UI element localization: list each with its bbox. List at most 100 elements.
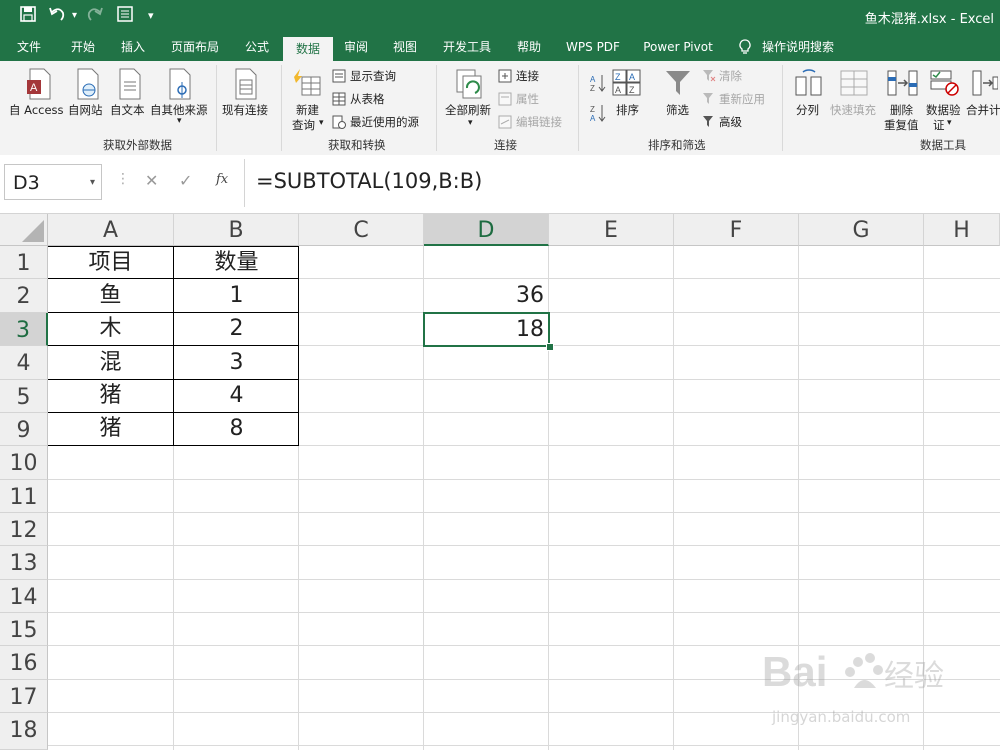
tab-review[interactable]: 审阅 xyxy=(336,33,376,61)
tab-wps-pdf[interactable]: WPS PDF xyxy=(560,33,626,61)
selected-cell-d3[interactable]: 18 xyxy=(423,312,550,347)
sort-ascending-icon[interactable]: AZ xyxy=(590,73,606,97)
column-header-e[interactable]: E xyxy=(549,214,674,246)
name-box[interactable]: D3 xyxy=(4,164,102,200)
advanced-button[interactable]: 高级 xyxy=(719,114,742,130)
enter-icon[interactable]: ✓ xyxy=(179,171,192,190)
cell-a9[interactable]: 猪 xyxy=(48,413,173,445)
tab-help[interactable]: 帮助 xyxy=(508,33,550,61)
tab-developer[interactable]: 开发工具 xyxy=(436,33,498,61)
row-header-9[interactable]: 9 xyxy=(0,413,48,446)
connections-button[interactable]: 连接 xyxy=(516,68,539,84)
tab-data[interactable]: 数据 xyxy=(283,37,333,61)
row-header-16[interactable]: 16 xyxy=(0,646,48,680)
text-to-columns-button[interactable]: 分列 xyxy=(796,102,819,118)
row-header-11[interactable]: 11 xyxy=(0,480,48,513)
cell-b2[interactable]: 1 xyxy=(174,280,299,312)
column-header-c[interactable]: C xyxy=(299,214,424,246)
show-queries-button[interactable]: 显示查询 xyxy=(350,68,396,84)
tab-formulas[interactable]: 公式 xyxy=(236,33,278,61)
cell-a5[interactable]: 猪 xyxy=(48,380,173,412)
clear-button[interactable]: 清除 xyxy=(719,68,742,84)
tab-power-pivot[interactable]: Power Pivot xyxy=(636,33,720,61)
from-access-button[interactable]: 自 Access xyxy=(9,102,64,118)
data-validation-label-2[interactable]: 证 xyxy=(933,117,945,133)
sort-button[interactable]: 排序 xyxy=(616,102,639,118)
row-header-12[interactable]: 12 xyxy=(0,513,48,546)
cell-b9[interactable]: 8 xyxy=(174,413,299,445)
select-all-button[interactable] xyxy=(0,214,48,246)
insert-function-icon[interactable]: fx xyxy=(216,172,228,187)
save-icon[interactable] xyxy=(20,6,36,26)
column-header-h[interactable]: H xyxy=(924,214,1000,246)
cell-d2[interactable]: 36 xyxy=(424,280,544,312)
column-header-f[interactable]: F xyxy=(674,214,799,246)
cancel-icon[interactable]: ✕ xyxy=(145,171,158,190)
group-label-connections: 连接 xyxy=(494,138,517,152)
cell-b5[interactable]: 4 xyxy=(174,380,299,412)
tab-view[interactable]: 视图 xyxy=(384,33,426,61)
flash-fill-button[interactable]: 快速填充 xyxy=(830,102,876,118)
new-query-dropdown-icon[interactable]: ▾ xyxy=(319,118,324,128)
new-query-label-2[interactable]: 查询 xyxy=(292,117,315,133)
cell-a3[interactable]: 木 xyxy=(48,313,173,345)
cell-d3[interactable]: 18 xyxy=(425,314,544,346)
reapply-icon xyxy=(702,91,716,110)
row-header-14[interactable]: 14 xyxy=(0,580,48,613)
cell-a2[interactable]: 鱼 xyxy=(48,280,173,312)
tab-page-layout[interactable]: 页面布局 xyxy=(164,33,226,61)
column-header-g[interactable]: G xyxy=(799,214,924,246)
column-header-a[interactable]: A xyxy=(48,214,174,246)
row-header-18[interactable]: 18 xyxy=(0,713,48,750)
name-box-dropdown-icon[interactable]: ▾ xyxy=(90,177,95,188)
row-header-1[interactable]: 1 xyxy=(0,246,48,279)
customize-toolbar-icon[interactable]: ▾ xyxy=(148,9,154,22)
remove-duplicates-button[interactable]: 删除 xyxy=(890,102,913,118)
row-header-10[interactable]: 10 xyxy=(0,446,48,480)
row-header-13[interactable]: 13 xyxy=(0,546,48,580)
from-text-button[interactable]: 自文本 xyxy=(110,102,145,118)
row-header-4[interactable]: 4 xyxy=(0,346,48,380)
print-preview-icon[interactable] xyxy=(116,6,134,26)
row-header-15[interactable]: 15 xyxy=(0,613,48,646)
row-header-17[interactable]: 17 xyxy=(0,680,48,713)
cell-a4[interactable]: 混 xyxy=(48,347,173,379)
sort-descending-icon[interactable]: ZA xyxy=(590,103,606,127)
row-header-3[interactable]: 3 xyxy=(0,313,48,346)
cell-b3[interactable]: 2 xyxy=(174,313,299,345)
cell-b1[interactable]: 数量 xyxy=(174,247,299,279)
consolidate-button[interactable]: 合并计 xyxy=(966,102,1000,118)
row-header-5[interactable]: 5 xyxy=(0,380,48,413)
from-web-button[interactable]: 自网站 xyxy=(68,102,103,118)
tell-me-search[interactable]: 操作说明搜索 xyxy=(758,33,838,61)
existing-connections-button[interactable]: 现有连接 xyxy=(222,102,268,118)
tab-insert[interactable]: 插入 xyxy=(112,33,154,61)
gridline xyxy=(48,612,1000,613)
column-header-b[interactable]: B xyxy=(174,214,299,246)
tab-file[interactable]: 文件 xyxy=(8,33,50,61)
cell-a1[interactable]: 项目 xyxy=(48,247,173,279)
filter-button[interactable]: 筛选 xyxy=(666,102,689,118)
column-header-d[interactable]: D xyxy=(424,214,549,246)
undo-icon[interactable] xyxy=(48,6,70,26)
redo-icon[interactable] xyxy=(84,6,104,26)
refresh-all-dropdown-icon[interactable]: ▾ xyxy=(468,118,473,128)
refresh-all-button[interactable]: 全部刷新 xyxy=(445,102,491,118)
new-query-button[interactable]: 新建 xyxy=(296,102,319,118)
properties-button[interactable]: 属性 xyxy=(516,91,539,107)
other-sources-dropdown-icon[interactable]: ▾ xyxy=(177,116,182,126)
row-header-2[interactable]: 2 xyxy=(0,279,48,313)
remove-duplicates-label-2[interactable]: 重复值 xyxy=(884,117,919,133)
edit-links-button[interactable]: 编辑链接 xyxy=(516,114,562,130)
from-table-button[interactable]: 从表格 xyxy=(350,91,385,107)
formula-input[interactable]: =SUBTOTAL(109,B:B) xyxy=(256,169,482,193)
cell-b4[interactable]: 3 xyxy=(174,347,299,379)
data-validation-dropdown-icon[interactable]: ▾ xyxy=(947,118,952,128)
watermark-url: jingyan.baidu.com xyxy=(772,708,911,726)
data-validation-button[interactable]: 数据验 xyxy=(926,102,961,118)
recent-sources-button[interactable]: 最近使用的源 xyxy=(350,114,419,130)
fill-handle[interactable] xyxy=(546,343,554,351)
reapply-button[interactable]: 重新应用 xyxy=(719,91,765,107)
undo-dropdown-icon[interactable]: ▾ xyxy=(72,10,77,21)
tab-home[interactable]: 开始 xyxy=(62,33,104,61)
